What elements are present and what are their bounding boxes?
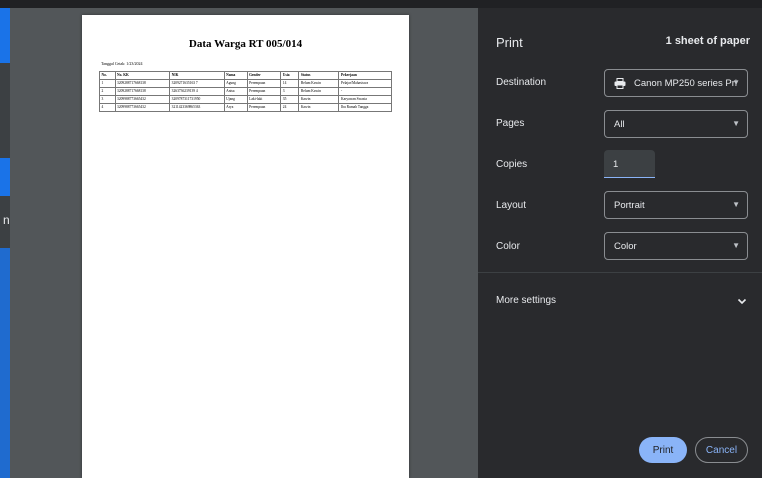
table-cell: 3 bbox=[280, 87, 300, 96]
table-cell: Belum Kawin bbox=[298, 87, 340, 96]
table-cell: 35 bbox=[280, 95, 300, 104]
color-label: Color bbox=[496, 241, 520, 252]
more-settings-toggle[interactable]: More settings bbox=[496, 295, 556, 306]
table-cell: 14 bbox=[280, 79, 300, 88]
column-header: No. bbox=[99, 71, 116, 80]
print-preview-area[interactable]: Data Warga RT 005/014 Tanggal Cetak: 1/2… bbox=[10, 8, 478, 478]
column-header: No. KK bbox=[114, 71, 171, 80]
table-cell: 3209988773665432 bbox=[114, 95, 171, 104]
table-cell: Ibu Rumah Tangga bbox=[338, 103, 392, 112]
table-cell: 3209787311731950 bbox=[169, 95, 225, 104]
printer-icon bbox=[614, 77, 626, 89]
table-header-row: No. No. KK NIK Nama Gender Usia Status P… bbox=[99, 71, 392, 80]
resident-table: No. No. KK NIK Nama Gender Usia Status P… bbox=[99, 71, 392, 112]
pages-value: All bbox=[614, 118, 625, 130]
table-cell: Perempuan bbox=[246, 103, 282, 112]
column-header: Status bbox=[298, 71, 340, 80]
layout-select[interactable]: Portrait ▼ bbox=[604, 191, 748, 219]
column-header: Pekerjaan bbox=[338, 71, 392, 80]
copies-label: Copies bbox=[496, 159, 528, 170]
sheet-count: 1 sheet of paper bbox=[665, 35, 750, 47]
background-highlight bbox=[0, 8, 10, 63]
table-cell: 4 bbox=[99, 103, 116, 112]
destination-value: Canon MP250 series Pri bbox=[634, 77, 737, 89]
pages-select[interactable]: All ▼ bbox=[604, 110, 748, 138]
background-highlight bbox=[0, 158, 10, 196]
copies-input[interactable]: 1 bbox=[604, 150, 655, 178]
chevron-down-icon[interactable] bbox=[737, 298, 747, 305]
table-cell: Belum Kawin bbox=[298, 79, 340, 88]
color-value: Color bbox=[614, 240, 637, 252]
print-button[interactable]: Print bbox=[639, 437, 687, 463]
destination-select[interactable]: Canon MP250 series Pri ▼ bbox=[604, 69, 748, 97]
cancel-button[interactable]: Cancel bbox=[695, 437, 748, 463]
table-cell: 1 bbox=[99, 79, 116, 88]
destination-label: Destination bbox=[496, 77, 547, 88]
print-settings-panel: Print 1 sheet of paper Destination Canon… bbox=[478, 8, 762, 478]
table-cell: 3211423369865363 bbox=[169, 103, 225, 112]
table-cell: Arya bbox=[223, 103, 248, 112]
pages-label: Pages bbox=[496, 118, 525, 129]
table-cell: 3263736239139 4 bbox=[169, 87, 225, 96]
table-cell: Pelajar/Mahasiswa bbox=[338, 79, 392, 88]
table-cell: 3209271635163 7 bbox=[169, 79, 225, 88]
layout-value: Portrait bbox=[614, 199, 645, 211]
table-row: 3 3209988773665432 3209787311731950 Ujan… bbox=[99, 95, 392, 104]
table-row: 4 3209988773665432 3211423369865363 Arya… bbox=[99, 103, 392, 112]
table-cell: 2 bbox=[99, 87, 116, 96]
window-top-bar bbox=[0, 0, 762, 8]
section-divider bbox=[478, 272, 762, 273]
column-header: Usia bbox=[280, 71, 300, 80]
column-header: NIK bbox=[169, 71, 225, 80]
background-text-fragment: n bbox=[3, 213, 10, 227]
table-cell: Kawin bbox=[298, 103, 340, 112]
chevron-down-icon: ▼ bbox=[732, 200, 740, 209]
table-cell: Perempuan bbox=[246, 79, 282, 88]
table-cell: Laki-laki bbox=[246, 95, 282, 104]
document-print-date: Tanggal Cetak: 1/23/2024 bbox=[101, 61, 143, 66]
chevron-down-icon: ▼ bbox=[732, 78, 740, 87]
chevron-down-icon: ▼ bbox=[732, 241, 740, 250]
table-cell: Ujang bbox=[223, 95, 248, 104]
chevron-down-icon: ▼ bbox=[732, 119, 740, 128]
table-cell: Agung bbox=[223, 79, 248, 88]
table-cell: Anisa bbox=[223, 87, 248, 96]
column-header: Gender bbox=[246, 71, 282, 80]
document-title: Data Warga RT 005/014 bbox=[188, 38, 303, 50]
table-cell: 3209988773665432 bbox=[114, 103, 171, 112]
table-cell: Kawin bbox=[298, 95, 340, 104]
table-cell: 3 bbox=[99, 95, 116, 104]
table-row: 2 3209288717668138 3263736239139 4 Anisa… bbox=[99, 87, 392, 96]
table-cell: 24 bbox=[280, 103, 300, 112]
layout-label: Layout bbox=[496, 200, 527, 211]
panel-title: Print bbox=[496, 35, 523, 50]
table-row: 1 3209288717668138 3209271635163 7 Agung… bbox=[99, 79, 392, 88]
preview-page: Data Warga RT 005/014 Tanggal Cetak: 1/2… bbox=[82, 15, 409, 478]
background-page-strip: n bbox=[0, 8, 10, 478]
table-cell: 3209288717668138 bbox=[114, 79, 171, 88]
table-cell: 3209288717668138 bbox=[114, 87, 171, 96]
column-header: Nama bbox=[223, 71, 248, 80]
table-cell: Karyawan Swasta bbox=[338, 95, 392, 104]
color-select[interactable]: Color ▼ bbox=[604, 232, 748, 260]
table-cell: Perempuan bbox=[246, 87, 282, 96]
table-cell: - bbox=[338, 87, 392, 96]
background-highlight bbox=[0, 248, 10, 478]
